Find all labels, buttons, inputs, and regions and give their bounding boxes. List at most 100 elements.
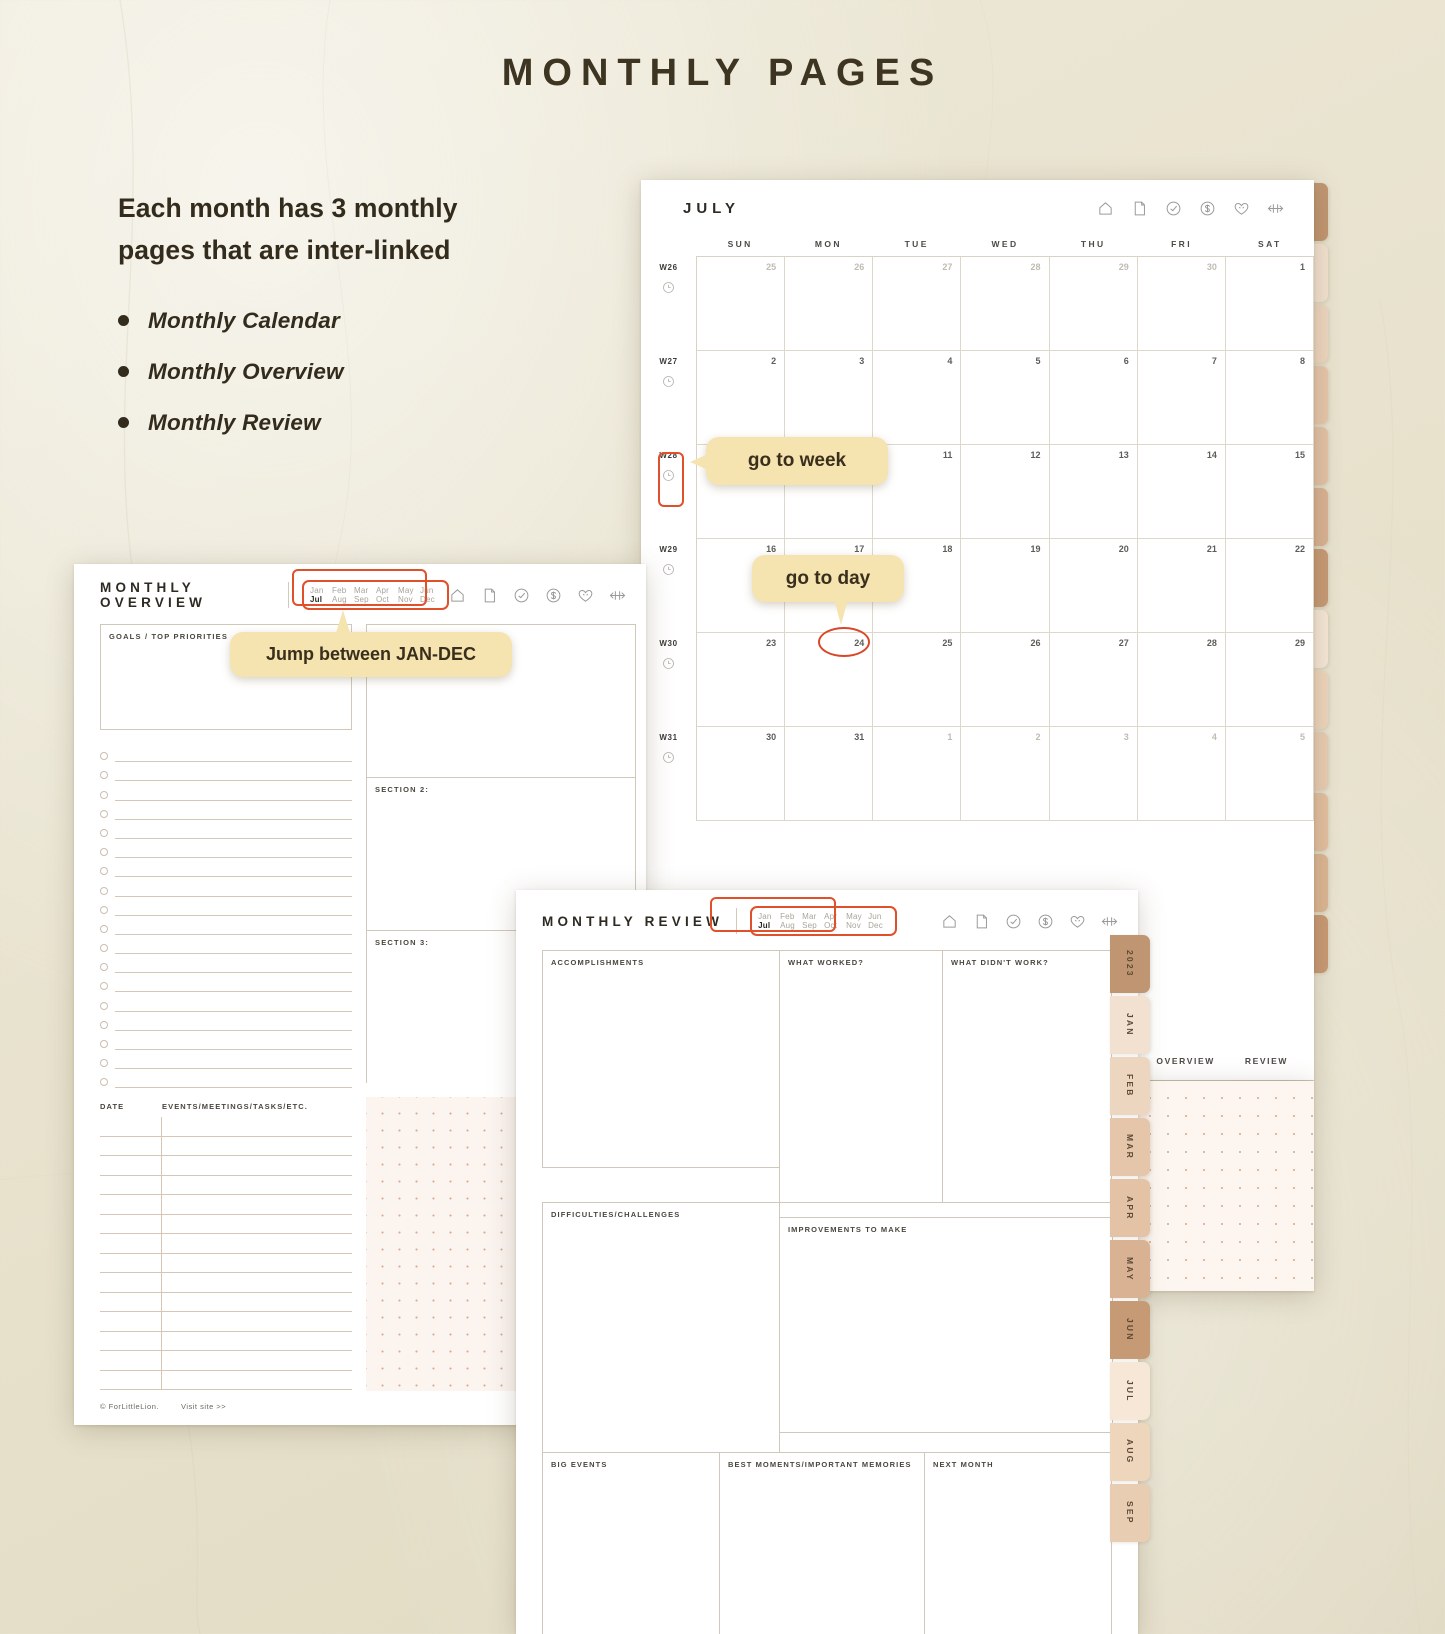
calendar-grid[interactable]: 2526272829301234567891011121314151617181… <box>696 256 1314 821</box>
write-line[interactable] <box>115 1087 352 1089</box>
events-cell[interactable] <box>162 1293 352 1312</box>
clock-icon[interactable] <box>662 751 675 764</box>
date-cell[interactable] <box>100 1117 162 1136</box>
checkbox-circle-icon[interactable] <box>100 1040 108 1048</box>
date-cell[interactable] <box>100 1195 162 1214</box>
table-row[interactable] <box>100 1312 352 1332</box>
day-number[interactable]: 6 <box>1124 356 1129 366</box>
checkbox-circle-icon[interactable] <box>100 963 108 972</box>
date-cell[interactable] <box>100 1292 162 1312</box>
write-line[interactable] <box>115 761 352 763</box>
checkbox-circle-icon[interactable] <box>100 1001 108 1010</box>
day-number[interactable]: 26 <box>854 262 864 272</box>
day-number[interactable]: 21 <box>1207 544 1217 554</box>
write-line[interactable] <box>115 933 352 935</box>
day-number[interactable]: 1 <box>1300 262 1305 272</box>
day-number[interactable]: 30 <box>1207 262 1217 272</box>
best-moments-box[interactable]: BEST MOMENTS/IMPORTANT MEMORIES <box>719 1452 925 1634</box>
review-nav-icons[interactable] <box>941 913 1138 930</box>
resize-icon[interactable] <box>1267 200 1284 217</box>
overview-nav-icons[interactable] <box>449 587 646 604</box>
what-didnt-work-box[interactable]: WHAT DIDN'T WORK? <box>942 950 1112 1203</box>
page-icon[interactable] <box>1131 200 1148 217</box>
calendar-day-cell[interactable]: 1 <box>873 727 962 821</box>
resize-icon[interactable] <box>609 587 626 604</box>
calendar-day-cell[interactable]: 23 <box>697 633 786 727</box>
date-cell[interactable] <box>100 1156 162 1175</box>
month-tab-feb[interactable]: FEB <box>1110 1057 1150 1115</box>
calendar-day-cell[interactable]: 5 <box>961 351 1050 445</box>
date-cell[interactable] <box>100 1331 162 1351</box>
month-option-dec[interactable]: Dec <box>868 921 890 930</box>
checkbox-circle-icon[interactable] <box>100 1078 108 1087</box>
calendar-nav-icons[interactable] <box>1097 200 1284 217</box>
calendar-day-cell[interactable]: 12 <box>961 445 1050 539</box>
write-line[interactable] <box>115 818 352 820</box>
month-tab-jun[interactable]: JUN <box>1110 1301 1150 1359</box>
checklist-row[interactable] <box>100 743 352 763</box>
write-line[interactable] <box>115 1010 352 1012</box>
heart-icon[interactable] <box>1069 913 1086 930</box>
calendar-day-cell[interactable]: 14 <box>1137 445 1226 539</box>
date-cell[interactable] <box>100 1214 162 1234</box>
events-cell[interactable] <box>162 1273 352 1292</box>
checkbox-circle-icon[interactable] <box>100 905 108 914</box>
calendar-day-cell[interactable]: 28 <box>1137 633 1226 727</box>
calendar-day-cell[interactable]: 6 <box>1049 351 1138 445</box>
table-row[interactable] <box>100 1331 352 1352</box>
checklist-row[interactable] <box>100 992 352 1012</box>
day-number[interactable]: 29 <box>1295 638 1305 648</box>
day-number[interactable]: 3 <box>859 356 864 366</box>
date-cell[interactable] <box>100 1175 162 1195</box>
month-tab-mar[interactable]: MAR <box>1110 1118 1150 1176</box>
date-cell[interactable] <box>100 1253 162 1273</box>
calendar-day-cell[interactable]: 5 <box>1225 727 1314 821</box>
write-line[interactable] <box>115 799 352 801</box>
calendar-day-cell[interactable]: 7 <box>1137 351 1226 445</box>
calendar-day-cell[interactable]: 27 <box>1049 633 1138 727</box>
clock-icon[interactable] <box>662 563 675 576</box>
write-line[interactable] <box>115 876 352 878</box>
calendar-day-cell[interactable]: 29 <box>1225 633 1314 727</box>
write-line[interactable] <box>115 953 352 955</box>
calendar-day-cell[interactable]: 31 <box>785 727 874 821</box>
calendar-day-cell[interactable]: 2 <box>697 351 786 445</box>
date-cell[interactable] <box>100 1312 162 1331</box>
checklist-row[interactable] <box>100 801 352 820</box>
checklist-row[interactable] <box>100 858 352 878</box>
date-cell[interactable] <box>100 1234 162 1253</box>
month-tab-jan[interactable]: JAN <box>1110 996 1150 1054</box>
write-line[interactable] <box>115 972 352 974</box>
checkbox-circle-icon[interactable] <box>100 848 108 857</box>
table-row[interactable] <box>100 1234 352 1254</box>
calendar-day-cell[interactable]: 29 <box>1049 257 1138 351</box>
write-line[interactable] <box>115 1068 352 1070</box>
week-link-w29[interactable]: W29 <box>641 538 696 632</box>
checkbox-circle-icon[interactable] <box>100 771 108 780</box>
month-tab-may[interactable]: MAY <box>1110 1240 1150 1298</box>
week-link-w27[interactable]: W27 <box>641 350 696 444</box>
date-cell[interactable] <box>100 1136 162 1156</box>
checkbox-circle-icon[interactable] <box>100 944 108 953</box>
events-table-rows[interactable] <box>100 1117 352 1391</box>
calendar-day-cell[interactable]: 3 <box>785 351 874 445</box>
day-number[interactable]: 13 <box>1119 450 1129 460</box>
checkbox-circle-icon[interactable] <box>100 1059 108 1068</box>
day-number[interactable]: 23 <box>766 638 776 648</box>
next-month-box[interactable]: NEXT MONTH <box>924 1452 1112 1634</box>
day-number[interactable]: 3 <box>1124 732 1129 742</box>
what-worked-box[interactable]: WHAT WORKED? <box>779 950 943 1203</box>
table-row[interactable] <box>100 1351 352 1371</box>
table-row[interactable] <box>100 1156 352 1176</box>
day-number[interactable]: 12 <box>1031 450 1041 460</box>
difficulties-box[interactable]: DIFFICULTIES/CHALLENGES <box>542 1202 780 1453</box>
day-number[interactable]: 4 <box>947 356 952 366</box>
home-icon[interactable] <box>449 587 466 604</box>
checkbox-circle-icon[interactable] <box>100 790 108 799</box>
checklist-row[interactable] <box>100 762 352 782</box>
month-option-nov[interactable]: Nov <box>846 921 868 930</box>
day-number[interactable]: 5 <box>1036 356 1041 366</box>
table-row[interactable] <box>100 1136 352 1157</box>
checkbox-circle-icon[interactable] <box>100 1020 108 1029</box>
day-number[interactable]: 27 <box>942 262 952 272</box>
